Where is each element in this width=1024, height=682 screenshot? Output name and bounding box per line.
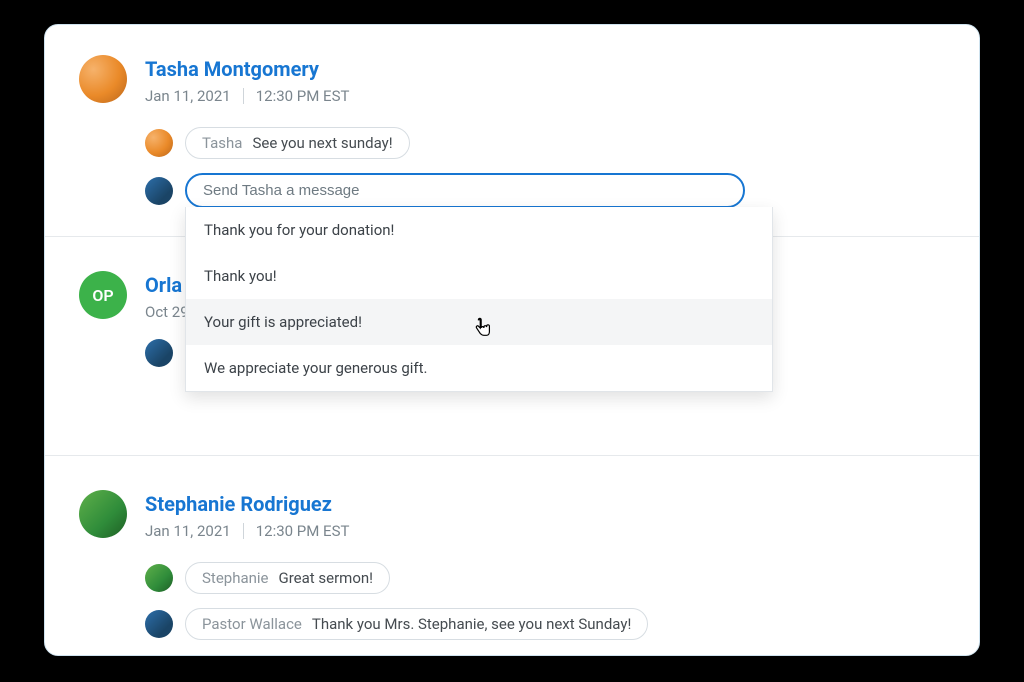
message-text: Great sermon! — [279, 569, 374, 587]
message-sender: Tasha — [202, 134, 242, 152]
thread-1: Tasha Montgomery Jan 11, 2021 12:30 PM E… — [45, 25, 979, 237]
message-input[interactable] — [185, 173, 745, 208]
message-row: Pastor Wallace Thank you Mrs. Stephanie,… — [145, 608, 945, 640]
message-text: Thank you Mrs. Stephanie, see you next S… — [312, 615, 631, 633]
thread-title-block: Orla Oct 29 — [145, 271, 189, 321]
message-suggestions-dropdown: Thank you for your donation! Thank you! … — [185, 207, 773, 392]
avatar[interactable] — [79, 55, 127, 103]
thread-time: 12:30 PM EST — [256, 87, 350, 105]
meta-separator — [243, 523, 244, 539]
message-text: See you next sunday! — [252, 134, 392, 152]
avatar[interactable] — [145, 177, 173, 205]
contact-name-link[interactable]: Stephanie Rodriguez — [145, 492, 332, 516]
message-bubble: Pastor Wallace Thank you Mrs. Stephanie,… — [185, 608, 648, 640]
contact-name-link[interactable]: Tasha Montgomery — [145, 57, 319, 81]
meta-separator — [243, 88, 244, 104]
avatar[interactable] — [145, 129, 173, 157]
message-list: Stephanie Great sermon! Pastor Wallace T… — [145, 562, 945, 640]
avatar[interactable] — [79, 490, 127, 538]
avatar[interactable] — [145, 610, 173, 638]
thread-header: Tasha Montgomery Jan 11, 2021 12:30 PM E… — [79, 55, 945, 105]
suggestion-item[interactable]: We appreciate your generous gift. — [186, 345, 772, 391]
message-row: Tasha See you next sunday! — [145, 127, 945, 159]
thread-date: Jan 11, 2021 — [145, 87, 231, 105]
avatar[interactable] — [145, 564, 173, 592]
message-list: Tasha See you next sunday! Thank you for… — [145, 127, 945, 208]
message-sender: Pastor Wallace — [202, 615, 302, 633]
thread-header: Stephanie Rodriguez Jan 11, 2021 12:30 P… — [79, 490, 945, 540]
thread-meta: Jan 11, 2021 12:30 PM EST — [145, 522, 349, 540]
suggestion-item[interactable]: Your gift is appreciated! — [186, 299, 772, 345]
contact-name-link[interactable]: Orla — [145, 273, 182, 297]
thread-title-block: Tasha Montgomery Jan 11, 2021 12:30 PM E… — [145, 55, 349, 105]
thread-3: Stephanie Rodriguez Jan 11, 2021 12:30 P… — [45, 456, 979, 656]
thread-title-block: Stephanie Rodriguez Jan 11, 2021 12:30 P… — [145, 490, 349, 540]
message-threads-card: Tasha Montgomery Jan 11, 2021 12:30 PM E… — [44, 24, 980, 656]
thread-date: Oct 29 — [145, 303, 189, 321]
thread-meta: Jan 11, 2021 12:30 PM EST — [145, 87, 349, 105]
suggestion-item[interactable]: Thank you for your donation! — [186, 207, 772, 253]
avatar[interactable]: OP — [79, 271, 127, 319]
avatar[interactable] — [145, 339, 173, 367]
thread-time: 12:30 PM EST — [256, 522, 350, 540]
message-bubble: Tasha See you next sunday! — [185, 127, 410, 159]
message-row: Stephanie Great sermon! — [145, 562, 945, 594]
thread-date: Jan 11, 2021 — [145, 522, 231, 540]
suggestion-item[interactable]: Thank you! — [186, 253, 772, 299]
message-sender: Stephanie — [202, 569, 269, 587]
compose-row: Thank you for your donation! Thank you! … — [145, 173, 945, 208]
thread-meta: Oct 29 — [145, 303, 189, 321]
message-bubble: Stephanie Great sermon! — [185, 562, 390, 594]
